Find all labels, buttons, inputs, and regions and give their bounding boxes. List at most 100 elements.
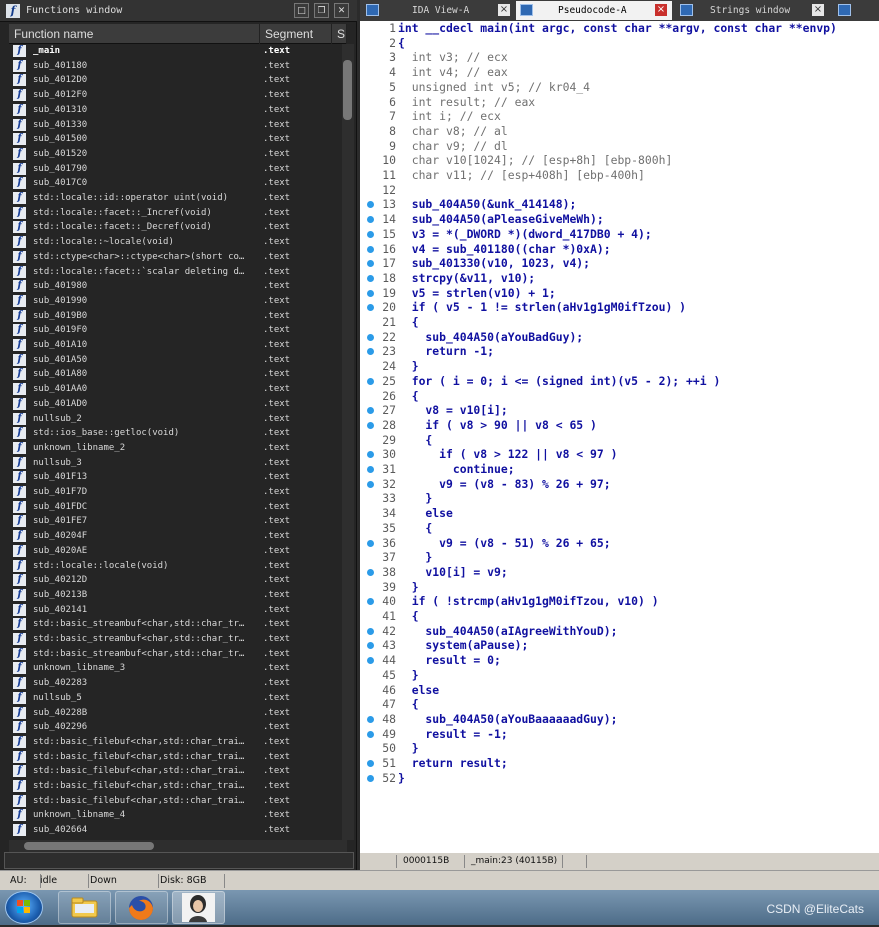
function-row[interactable]: fsub_402296.text00: [9, 720, 333, 735]
function-row[interactable]: fsub_4019B0.text00: [9, 309, 333, 324]
code-line[interactable]: 36 v9 = (v8 - 51) % 26 + 65;: [360, 536, 879, 551]
function-row[interactable]: f std::ctype<char>::ctype<char>(short co……: [9, 250, 333, 265]
code-line[interactable]: 50 }: [360, 741, 879, 756]
breakpoint-dot-icon[interactable]: [367, 642, 374, 650]
column-start[interactable]: S: [332, 24, 347, 44]
function-row[interactable]: fsub_401520.text00: [9, 147, 333, 162]
code-line[interactable]: 42 sub_404A50(aIAgreeWithYouD);: [360, 624, 879, 639]
function-row[interactable]: fsub_401AA0.text00: [9, 382, 333, 397]
code-line[interactable]: 1 int __cdecl main(int argc, const char *…: [360, 21, 879, 36]
function-row[interactable]: fsub_4017C0.text00: [9, 176, 333, 191]
code-line[interactable]: 43 system(aPause);: [360, 638, 879, 653]
code-line[interactable]: 38 v10[i] = v9;: [360, 565, 879, 580]
function-row[interactable]: fsub_401990.text00: [9, 294, 333, 309]
breakpoint-dot-icon[interactable]: [367, 774, 374, 782]
function-row[interactable]: fstd::locale::facet::_Incref(void).text0…: [9, 206, 333, 221]
code-line[interactable]: 52}: [360, 771, 879, 786]
function-row[interactable]: fsub_4020AE.text00: [9, 544, 333, 559]
function-row[interactable]: fsub_401A50.text00: [9, 353, 333, 368]
function-row[interactable]: funknown_libname_2.text00: [9, 441, 333, 456]
taskbar-ida[interactable]: [172, 891, 225, 924]
breakpoint-dot-icon[interactable]: [367, 715, 374, 723]
function-row[interactable]: fstd::ios_base::getloc(void).text00: [9, 426, 333, 441]
function-row[interactable]: fsub_401FE7.text00: [9, 514, 333, 529]
breakpoint-dot-icon[interactable]: [367, 216, 374, 224]
function-row[interactable]: fsub_401AD0.text00: [9, 397, 333, 412]
close-tab-icon[interactable]: ×: [655, 4, 667, 16]
function-row[interactable]: fsub_402283.text00: [9, 676, 333, 691]
code-line[interactable]: 8 char v8; // al: [360, 124, 879, 139]
function-row[interactable]: fsub_401A80.text00: [9, 367, 333, 382]
code-line[interactable]: 26 {: [360, 389, 879, 404]
function-row[interactable]: fsub_401F13.text00: [9, 470, 333, 485]
code-line[interactable]: 9 char v9; // dl: [360, 139, 879, 154]
breakpoint-dot-icon[interactable]: [367, 274, 374, 282]
code-line[interactable]: 33 }: [360, 491, 879, 506]
function-row[interactable]: f_main.text00: [9, 44, 333, 59]
taskbar-firefox[interactable]: [115, 891, 168, 924]
code-line[interactable]: 21 {: [360, 315, 879, 330]
code-line[interactable]: 27 v8 = v10[i];: [360, 403, 879, 418]
function-row[interactable]: fsub_4019F0.text00: [9, 323, 333, 338]
code-line[interactable]: 19 v5 = strlen(v10) + 1;: [360, 286, 879, 301]
code-line[interactable]: 46 else: [360, 683, 879, 698]
restore-button[interactable]: ❐: [314, 3, 329, 18]
code-line[interactable]: 37 }: [360, 550, 879, 565]
close-tab-icon[interactable]: ×: [498, 4, 510, 16]
breakpoint-dot-icon[interactable]: [367, 627, 374, 635]
function-row[interactable]: fsub_40212D.text00: [9, 573, 333, 588]
function-row[interactable]: f std::basic_filebuf<char,std::char_trai……: [9, 764, 333, 779]
function-row[interactable]: f std::locale::id::operator uint(void) .te…: [9, 191, 333, 206]
function-row[interactable]: fnullsub_5.text00: [9, 691, 333, 706]
function-row[interactable]: fnullsub_2.text00: [9, 412, 333, 427]
pseudocode-view[interactable]: 1 int __cdecl main(int argc, const char *…: [360, 21, 879, 853]
function-row[interactable]: fsub_401500.text00: [9, 132, 333, 147]
breakpoint-dot-icon[interactable]: [367, 421, 374, 429]
function-row[interactable]: fsub_402664.text00: [9, 823, 333, 838]
function-row[interactable]: f std::basic_filebuf<char,std::char_trai……: [9, 779, 333, 794]
breakpoint-dot-icon[interactable]: [367, 598, 374, 606]
breakpoint-dot-icon[interactable]: [367, 230, 374, 238]
function-row[interactable]: f std::basic_streambuf<char,std::char_tr……: [9, 632, 333, 647]
breakpoint-dot-icon[interactable]: [367, 539, 374, 547]
code-line[interactable]: 11 char v11; // [esp+408h] [ebp-400h]: [360, 168, 879, 183]
breakpoint-dot-icon[interactable]: [367, 480, 374, 488]
function-row[interactable]: fsub_4012F0.text00: [9, 88, 333, 103]
function-row[interactable]: fstd::locale::locale(void).text00: [9, 559, 333, 574]
code-line[interactable]: 23 return -1;: [360, 344, 879, 359]
code-line[interactable]: 22 sub_404A50(aYouBadGuy);: [360, 330, 879, 345]
code-line[interactable]: 48 sub_404A50(aYouBaaaaaadGuy);: [360, 712, 879, 727]
tab-strings-window[interactable]: Strings window ×: [676, 1, 830, 20]
function-row[interactable]: fsub_401A10.text00: [9, 338, 333, 353]
functions-filter-field[interactable]: [4, 852, 354, 869]
code-line[interactable]: 3 int v3; // ecx: [360, 50, 879, 65]
code-line[interactable]: 4 int v4; // eax: [360, 65, 879, 80]
code-line[interactable]: 45 }: [360, 668, 879, 683]
code-line[interactable]: 18 strcpy(&v11, v10);: [360, 271, 879, 286]
code-line[interactable]: 5 unsigned int v5; // kr04_4: [360, 80, 879, 95]
code-line[interactable]: 6 int result; // eax: [360, 95, 879, 110]
breakpoint-dot-icon[interactable]: [367, 377, 374, 385]
function-row[interactable]: fsub_40204F.text00: [9, 529, 333, 544]
code-line[interactable]: 28 if ( v8 > 90 || v8 < 65 ): [360, 418, 879, 433]
breakpoint-dot-icon[interactable]: [367, 407, 374, 415]
tab-pseudocode[interactable]: Pseudocode-A ×: [516, 1, 672, 20]
function-row[interactable]: f std::basic_filebuf<char,std::char_trai……: [9, 735, 333, 750]
function-row[interactable]: fsub_401980.text00: [9, 279, 333, 294]
breakpoint-dot-icon[interactable]: [367, 466, 374, 473]
breakpoint-dot-icon[interactable]: [367, 730, 374, 738]
function-row[interactable]: fsub_401790.text00: [9, 162, 333, 177]
breakpoint-dot-icon[interactable]: [367, 245, 374, 253]
code-line[interactable]: 2{: [360, 36, 879, 51]
code-line[interactable]: 16 v4 = sub_401180((char *)0xA);: [360, 242, 879, 257]
function-row[interactable]: fsub_4012D0.text00: [9, 73, 333, 88]
breakpoint-dot-icon[interactable]: [367, 760, 374, 767]
code-line[interactable]: 25 for ( i = 0; i <= (signed int)(v5 - 2…: [360, 374, 879, 389]
breakpoint-dot-icon[interactable]: [367, 451, 374, 459]
code-line[interactable]: 39 }: [360, 580, 879, 595]
code-line[interactable]: 34 else: [360, 506, 879, 521]
functions-horizontal-scroll-thumb[interactable]: [24, 842, 154, 850]
functions-vertical-scrollbar[interactable]: [342, 44, 354, 840]
code-line[interactable]: 29 {: [360, 433, 879, 448]
function-row[interactable]: funknown_libname_4.text00: [9, 808, 333, 823]
